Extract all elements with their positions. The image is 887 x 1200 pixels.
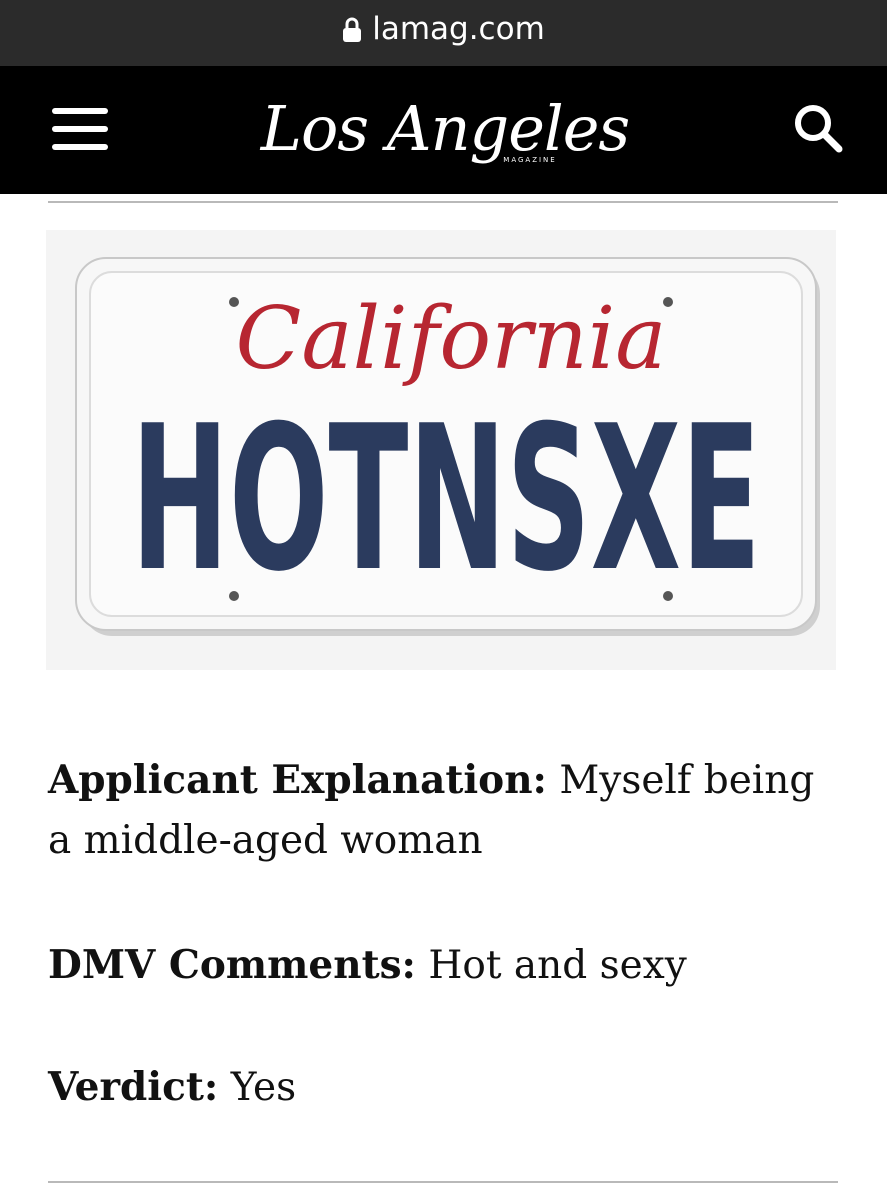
- top-divider: [48, 201, 838, 203]
- browser-url-bar[interactable]: lamag.com: [0, 0, 887, 66]
- search-icon[interactable]: [792, 102, 844, 154]
- applicant-explanation: Applicant Explanation: Myself being a mi…: [48, 750, 848, 871]
- url-text: lamag.com: [372, 11, 545, 47]
- lock-icon: [343, 17, 362, 42]
- site-logo[interactable]: Los Angeles MAGAZINE: [261, 82, 630, 178]
- plate-number: HOTNSXE: [131, 383, 761, 616]
- plate-state-name: California: [236, 289, 667, 389]
- logo-subtext: MAGAZINE: [503, 156, 557, 164]
- verdict-value: Yes: [230, 1065, 297, 1110]
- dmv-value: Hot and sexy: [428, 943, 687, 988]
- site-header: Los Angeles MAGAZINE: [0, 66, 887, 194]
- license-plate-image: California HOTNSXE: [46, 230, 836, 670]
- applicant-label: Applicant Explanation:: [48, 757, 547, 803]
- verdict-label: Verdict:: [48, 1064, 219, 1110]
- dmv-comments: DMV Comments: Hot and sexy: [48, 935, 848, 996]
- verdict: Verdict: Yes: [48, 1057, 848, 1118]
- hamburger-menu-icon[interactable]: [52, 108, 108, 150]
- dmv-label: DMV Comments:: [48, 942, 416, 988]
- logo-text: Los Angeles: [260, 92, 630, 165]
- bottom-divider: [48, 1181, 838, 1183]
